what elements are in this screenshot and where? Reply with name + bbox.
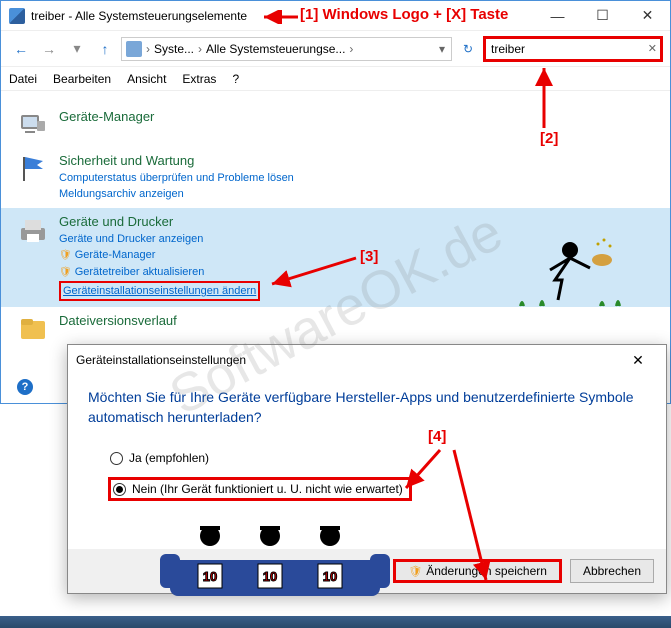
clear-search-icon[interactable]: ✕ <box>648 42 657 55</box>
category-security[interactable]: Sicherheit und Wartung Computerstatus üb… <box>1 147 670 208</box>
back-button[interactable]: ← <box>9 37 33 61</box>
link-device-manager[interactable]: Geräte-Manager <box>59 247 654 264</box>
device-manager-icon <box>17 109 49 141</box>
file-history-icon <box>17 313 49 345</box>
chevron-right-icon[interactable]: › <box>347 42 355 56</box>
dialog-button-bar: 🛡 Änderungen speichern Abbrechen <box>68 549 666 593</box>
chevron-right-icon[interactable]: › <box>144 42 152 56</box>
category-device-manager[interactable]: Geräte-Manager <box>1 103 670 147</box>
window-title: treiber - Alle Systemsteuerungselemente <box>31 9 535 23</box>
radio-icon <box>113 483 126 496</box>
up-button[interactable]: ↑ <box>93 37 117 61</box>
radio-yes-label: Ja (empfohlen) <box>129 451 209 465</box>
results-panel: Geräte-Manager Sicherheit und Wartung Co… <box>1 91 670 371</box>
category-title: Geräte-Manager <box>59 109 654 124</box>
category-title: Geräte und Drucker <box>59 214 654 229</box>
breadcrumb-part-2[interactable]: Alle Systemsteuerungse... <box>206 42 345 56</box>
maximize-button[interactable]: ☐ <box>580 1 625 31</box>
refresh-button[interactable]: ↻ <box>456 37 480 61</box>
device-install-settings-dialog: Geräteinstallationseinstellungen ✕ Möcht… <box>67 344 667 594</box>
close-button[interactable]: ✕ <box>625 1 670 31</box>
category-devices-printers[interactable]: Geräte und Drucker Geräte und Drucker an… <box>1 208 670 307</box>
search-input[interactable] <box>491 42 637 56</box>
radio-yes[interactable]: Ja (empfohlen) <box>108 447 646 469</box>
link-check-status[interactable]: Computerstatus überprüfen und Probleme l… <box>59 170 654 186</box>
search-box[interactable]: ✕ <box>484 37 662 61</box>
dialog-titlebar: Geräteinstallationseinstellungen ✕ <box>68 345 666 375</box>
chevron-right-icon[interactable]: › <box>196 42 204 56</box>
menu-help[interactable]: ? <box>232 72 239 86</box>
flag-icon <box>17 153 49 185</box>
radio-icon <box>110 452 123 465</box>
taskbar <box>0 616 671 628</box>
menu-file[interactable]: Datei <box>9 72 37 86</box>
save-button[interactable]: 🛡 Änderungen speichern <box>393 559 562 583</box>
chevron-down-icon[interactable]: ▾ <box>437 42 447 56</box>
category-title: Sicherheit und Wartung <box>59 153 654 168</box>
menu-extras[interactable]: Extras <box>182 72 216 86</box>
breadcrumb-part-1[interactable]: Syste... <box>154 42 194 56</box>
link-show-devices[interactable]: Geräte und Drucker anzeigen <box>59 231 654 247</box>
cancel-button[interactable]: Abbrechen <box>570 559 654 583</box>
shield-icon: 🛡 <box>408 565 422 578</box>
radio-group: Ja (empfohlen) Nein (Ihr Gerät funktioni… <box>108 447 646 509</box>
titlebar: treiber - Alle Systemsteuerungselemente … <box>1 1 670 31</box>
menu-edit[interactable]: Bearbeiten <box>53 72 111 86</box>
dialog-title: Geräteinstallationseinstellungen <box>76 353 618 367</box>
dialog-close-button[interactable]: ✕ <box>618 346 658 374</box>
window-icon <box>9 8 25 24</box>
radio-no[interactable]: Nein (Ihr Gerät funktioniert u. U. nicht… <box>108 477 412 501</box>
save-button-label: Änderungen speichern <box>426 564 547 578</box>
minimize-button[interactable]: — <box>535 1 580 31</box>
dialog-body: Möchten Sie für Ihre Geräte verfügbare H… <box>68 375 666 549</box>
toolbar: ← → ▾ ↑ › Syste... › Alle Systemsteuerun… <box>1 31 670 67</box>
devices-printers-icon <box>17 214 49 246</box>
link-update-drivers[interactable]: Gerätetreiber aktualisieren <box>59 264 654 281</box>
cancel-button-label: Abbrechen <box>583 564 641 578</box>
breadcrumb[interactable]: › Syste... › Alle Systemsteuerungse... ›… <box>121 37 452 61</box>
radio-no-label: Nein (Ihr Gerät funktioniert u. U. nicht… <box>132 482 403 496</box>
dialog-heading: Möchten Sie für Ihre Geräte verfügbare H… <box>88 387 646 427</box>
link-install-settings[interactable]: Geräteinstallationseinstellungen ändern <box>59 281 260 301</box>
link-message-archive[interactable]: Meldungsarchiv anzeigen <box>59 186 654 202</box>
category-title: Dateiversionsverlauf <box>59 313 654 328</box>
history-dropdown-icon[interactable]: ▾ <box>65 37 89 61</box>
breadcrumb-icon <box>126 41 142 57</box>
menubar: Datei Bearbeiten Ansicht Extras ? <box>1 67 670 91</box>
help-icon: ? <box>17 379 33 395</box>
menu-view[interactable]: Ansicht <box>127 72 166 86</box>
forward-button[interactable]: → <box>37 37 61 61</box>
